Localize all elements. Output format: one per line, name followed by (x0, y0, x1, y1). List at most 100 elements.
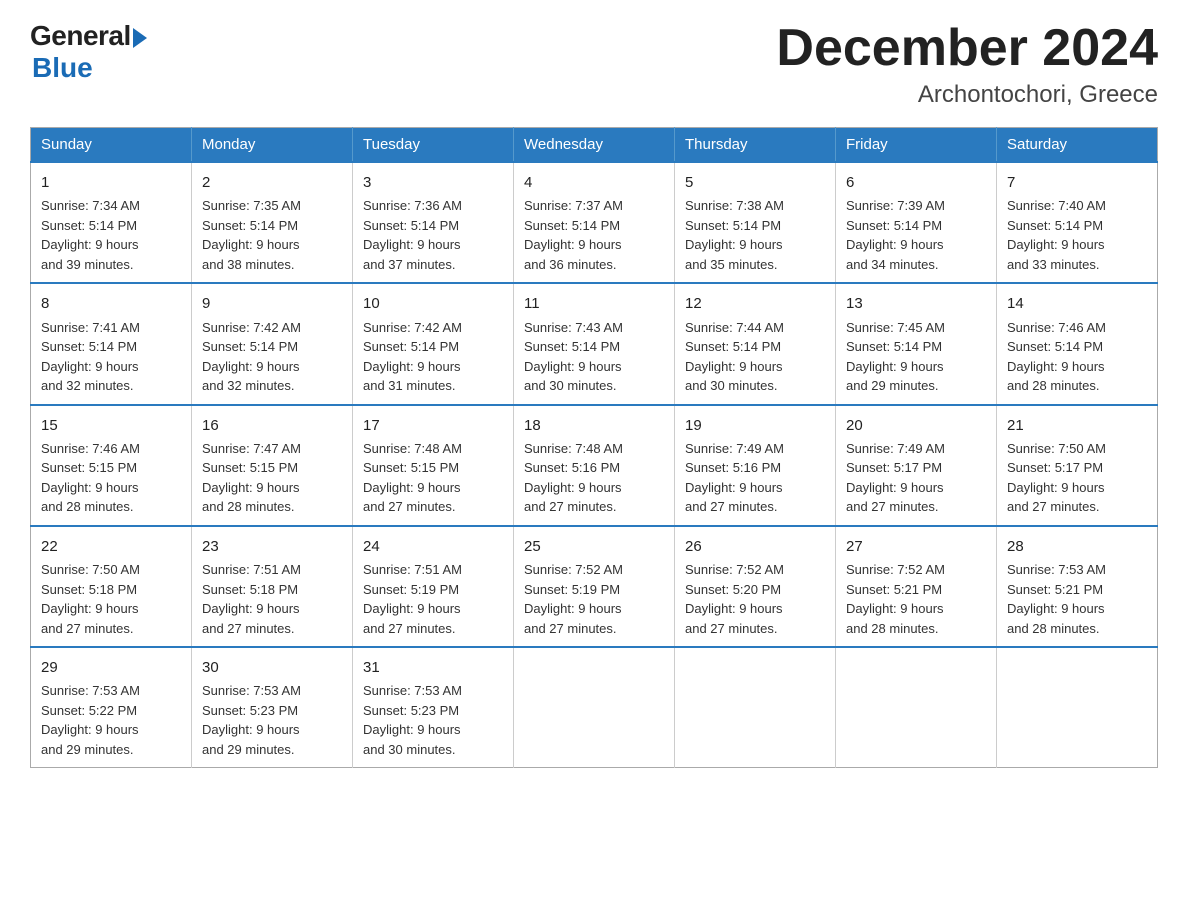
calendar-body: 1 Sunrise: 7:34 AMSunset: 5:14 PMDayligh… (31, 162, 1158, 768)
header-cell-monday: Monday (192, 128, 353, 163)
day-number: 26 (685, 535, 825, 558)
day-info: Sunrise: 7:49 AMSunset: 5:16 PMDaylight:… (685, 439, 825, 517)
day-cell (675, 647, 836, 768)
day-info: Sunrise: 7:46 AMSunset: 5:15 PMDaylight:… (41, 439, 181, 517)
day-number: 31 (363, 656, 503, 679)
day-info: Sunrise: 7:40 AMSunset: 5:14 PMDaylight:… (1007, 196, 1147, 274)
day-number: 12 (685, 292, 825, 315)
week-row-1: 1 Sunrise: 7:34 AMSunset: 5:14 PMDayligh… (31, 162, 1158, 283)
day-info: Sunrise: 7:35 AMSunset: 5:14 PMDaylight:… (202, 196, 342, 274)
day-info: Sunrise: 7:44 AMSunset: 5:14 PMDaylight:… (685, 318, 825, 396)
day-number: 28 (1007, 535, 1147, 558)
day-cell: 30 Sunrise: 7:53 AMSunset: 5:23 PMDaylig… (192, 647, 353, 768)
day-cell: 25 Sunrise: 7:52 AMSunset: 5:19 PMDaylig… (514, 526, 675, 647)
day-info: Sunrise: 7:51 AMSunset: 5:19 PMDaylight:… (363, 560, 503, 638)
day-cell: 16 Sunrise: 7:47 AMSunset: 5:15 PMDaylig… (192, 405, 353, 526)
day-number: 16 (202, 414, 342, 437)
day-cell: 12 Sunrise: 7:44 AMSunset: 5:14 PMDaylig… (675, 283, 836, 404)
week-row-4: 22 Sunrise: 7:50 AMSunset: 5:18 PMDaylig… (31, 526, 1158, 647)
day-number: 5 (685, 171, 825, 194)
title-block: December 2024 Archontochori, Greece (776, 20, 1158, 109)
day-cell (514, 647, 675, 768)
calendar-header: SundayMondayTuesdayWednesdayThursdayFrid… (31, 128, 1158, 163)
day-info: Sunrise: 7:43 AMSunset: 5:14 PMDaylight:… (524, 318, 664, 396)
day-cell: 13 Sunrise: 7:45 AMSunset: 5:14 PMDaylig… (836, 283, 997, 404)
logo-general-text: General (30, 20, 131, 52)
day-info: Sunrise: 7:48 AMSunset: 5:16 PMDaylight:… (524, 439, 664, 517)
logo-blue-text: Blue (32, 52, 93, 84)
day-number: 21 (1007, 414, 1147, 437)
header-cell-wednesday: Wednesday (514, 128, 675, 163)
day-info: Sunrise: 7:46 AMSunset: 5:14 PMDaylight:… (1007, 318, 1147, 396)
day-info: Sunrise: 7:53 AMSunset: 5:23 PMDaylight:… (363, 681, 503, 759)
day-number: 11 (524, 292, 664, 315)
page-header: General Blue December 2024 Archontochori… (30, 20, 1158, 109)
day-info: Sunrise: 7:36 AMSunset: 5:14 PMDaylight:… (363, 196, 503, 274)
day-number: 24 (363, 535, 503, 558)
day-cell: 1 Sunrise: 7:34 AMSunset: 5:14 PMDayligh… (31, 162, 192, 283)
day-info: Sunrise: 7:50 AMSunset: 5:17 PMDaylight:… (1007, 439, 1147, 517)
day-number: 15 (41, 414, 181, 437)
day-info: Sunrise: 7:37 AMSunset: 5:14 PMDaylight:… (524, 196, 664, 274)
day-cell: 3 Sunrise: 7:36 AMSunset: 5:14 PMDayligh… (353, 162, 514, 283)
day-number: 9 (202, 292, 342, 315)
day-info: Sunrise: 7:34 AMSunset: 5:14 PMDaylight:… (41, 196, 181, 274)
day-number: 23 (202, 535, 342, 558)
day-info: Sunrise: 7:47 AMSunset: 5:15 PMDaylight:… (202, 439, 342, 517)
day-cell: 8 Sunrise: 7:41 AMSunset: 5:14 PMDayligh… (31, 283, 192, 404)
day-number: 14 (1007, 292, 1147, 315)
day-number: 20 (846, 414, 986, 437)
day-number: 4 (524, 171, 664, 194)
header-row: SundayMondayTuesdayWednesdayThursdayFrid… (31, 128, 1158, 163)
day-info: Sunrise: 7:45 AMSunset: 5:14 PMDaylight:… (846, 318, 986, 396)
day-cell: 7 Sunrise: 7:40 AMSunset: 5:14 PMDayligh… (997, 162, 1158, 283)
day-cell: 9 Sunrise: 7:42 AMSunset: 5:14 PMDayligh… (192, 283, 353, 404)
day-cell: 20 Sunrise: 7:49 AMSunset: 5:17 PMDaylig… (836, 405, 997, 526)
day-cell: 29 Sunrise: 7:53 AMSunset: 5:22 PMDaylig… (31, 647, 192, 768)
day-cell (836, 647, 997, 768)
day-cell: 11 Sunrise: 7:43 AMSunset: 5:14 PMDaylig… (514, 283, 675, 404)
day-info: Sunrise: 7:48 AMSunset: 5:15 PMDaylight:… (363, 439, 503, 517)
day-info: Sunrise: 7:52 AMSunset: 5:21 PMDaylight:… (846, 560, 986, 638)
day-info: Sunrise: 7:50 AMSunset: 5:18 PMDaylight:… (41, 560, 181, 638)
day-cell: 10 Sunrise: 7:42 AMSunset: 5:14 PMDaylig… (353, 283, 514, 404)
day-cell: 21 Sunrise: 7:50 AMSunset: 5:17 PMDaylig… (997, 405, 1158, 526)
day-cell: 31 Sunrise: 7:53 AMSunset: 5:23 PMDaylig… (353, 647, 514, 768)
logo: General Blue (30, 20, 147, 84)
day-cell: 19 Sunrise: 7:49 AMSunset: 5:16 PMDaylig… (675, 405, 836, 526)
day-cell: 17 Sunrise: 7:48 AMSunset: 5:15 PMDaylig… (353, 405, 514, 526)
day-cell: 2 Sunrise: 7:35 AMSunset: 5:14 PMDayligh… (192, 162, 353, 283)
day-cell: 4 Sunrise: 7:37 AMSunset: 5:14 PMDayligh… (514, 162, 675, 283)
day-number: 18 (524, 414, 664, 437)
subtitle: Archontochori, Greece (776, 81, 1158, 109)
day-info: Sunrise: 7:42 AMSunset: 5:14 PMDaylight:… (202, 318, 342, 396)
header-cell-sunday: Sunday (31, 128, 192, 163)
day-number: 3 (363, 171, 503, 194)
day-cell: 27 Sunrise: 7:52 AMSunset: 5:21 PMDaylig… (836, 526, 997, 647)
day-info: Sunrise: 7:38 AMSunset: 5:14 PMDaylight:… (685, 196, 825, 274)
day-info: Sunrise: 7:53 AMSunset: 5:21 PMDaylight:… (1007, 560, 1147, 638)
day-cell: 15 Sunrise: 7:46 AMSunset: 5:15 PMDaylig… (31, 405, 192, 526)
day-cell: 23 Sunrise: 7:51 AMSunset: 5:18 PMDaylig… (192, 526, 353, 647)
day-info: Sunrise: 7:53 AMSunset: 5:22 PMDaylight:… (41, 681, 181, 759)
header-cell-saturday: Saturday (997, 128, 1158, 163)
day-info: Sunrise: 7:42 AMSunset: 5:14 PMDaylight:… (363, 318, 503, 396)
day-cell: 5 Sunrise: 7:38 AMSunset: 5:14 PMDayligh… (675, 162, 836, 283)
week-row-2: 8 Sunrise: 7:41 AMSunset: 5:14 PMDayligh… (31, 283, 1158, 404)
day-info: Sunrise: 7:53 AMSunset: 5:23 PMDaylight:… (202, 681, 342, 759)
header-cell-friday: Friday (836, 128, 997, 163)
day-number: 25 (524, 535, 664, 558)
header-cell-thursday: Thursday (675, 128, 836, 163)
day-info: Sunrise: 7:39 AMSunset: 5:14 PMDaylight:… (846, 196, 986, 274)
day-info: Sunrise: 7:41 AMSunset: 5:14 PMDaylight:… (41, 318, 181, 396)
day-info: Sunrise: 7:51 AMSunset: 5:18 PMDaylight:… (202, 560, 342, 638)
day-info: Sunrise: 7:52 AMSunset: 5:19 PMDaylight:… (524, 560, 664, 638)
day-cell: 6 Sunrise: 7:39 AMSunset: 5:14 PMDayligh… (836, 162, 997, 283)
main-title: December 2024 (776, 20, 1158, 77)
day-cell: 28 Sunrise: 7:53 AMSunset: 5:21 PMDaylig… (997, 526, 1158, 647)
day-cell (997, 647, 1158, 768)
day-number: 1 (41, 171, 181, 194)
header-cell-tuesday: Tuesday (353, 128, 514, 163)
day-cell: 24 Sunrise: 7:51 AMSunset: 5:19 PMDaylig… (353, 526, 514, 647)
day-cell: 14 Sunrise: 7:46 AMSunset: 5:14 PMDaylig… (997, 283, 1158, 404)
